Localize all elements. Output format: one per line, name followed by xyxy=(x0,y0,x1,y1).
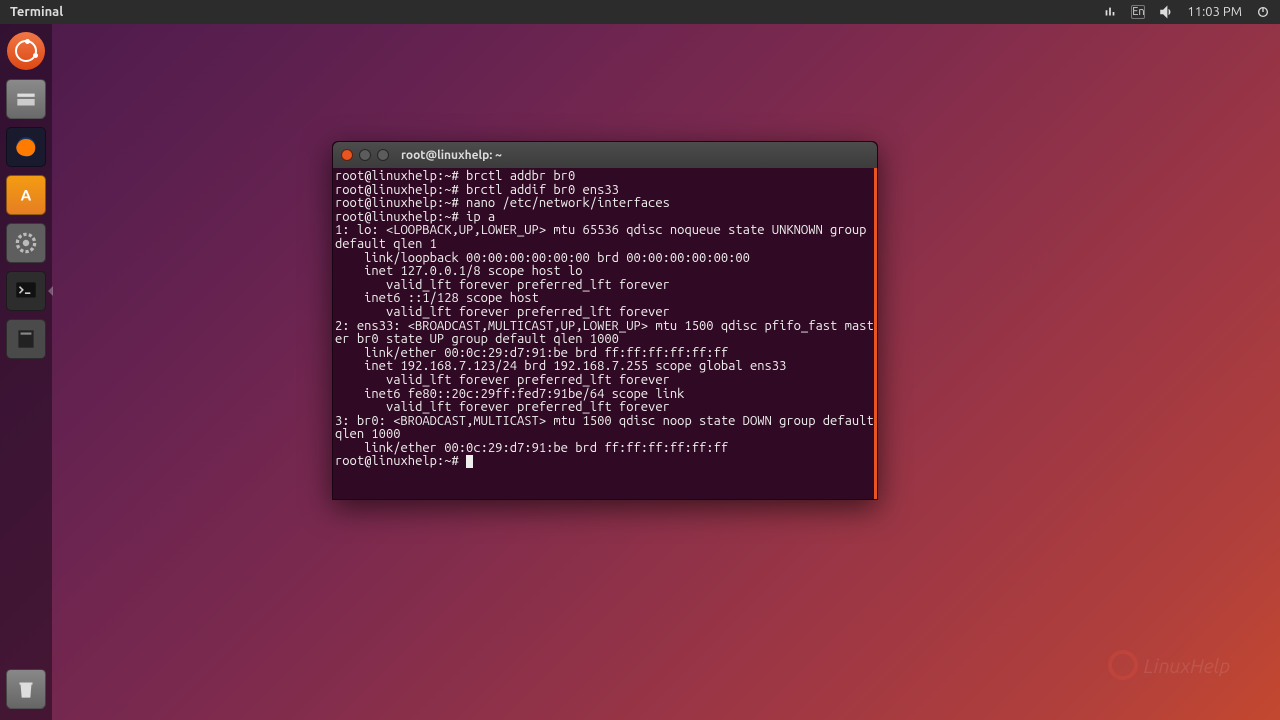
system-tray: En 11:03 PM xyxy=(1103,5,1280,19)
disk-icon[interactable] xyxy=(5,318,47,360)
scrollbar[interactable] xyxy=(874,168,877,499)
terminal-window[interactable]: root@linuxhelp: ~ root@linuxhelp:~# brct… xyxy=(332,141,878,500)
svg-text:A: A xyxy=(21,186,32,203)
top-menu-bar: Terminal En 11:03 PM xyxy=(0,0,1280,24)
window-titlebar[interactable]: root@linuxhelp: ~ xyxy=(333,142,877,168)
active-app-name: Terminal xyxy=(0,5,73,19)
software-center-icon[interactable]: A xyxy=(5,174,47,216)
cursor-icon xyxy=(466,455,473,468)
window-title: root@linuxhelp: ~ xyxy=(401,149,502,162)
maximize-icon[interactable] xyxy=(377,149,389,161)
terminal-prompt: root@linuxhelp:~# xyxy=(335,454,466,468)
firefox-icon[interactable] xyxy=(5,126,47,168)
settings-icon[interactable] xyxy=(5,222,47,264)
network-icon[interactable] xyxy=(1103,5,1117,19)
minimize-icon[interactable] xyxy=(359,149,371,161)
terminal-icon[interactable] xyxy=(5,270,47,312)
clock[interactable]: 11:03 PM xyxy=(1187,5,1242,19)
unity-launcher: A xyxy=(0,24,52,720)
language-indicator[interactable]: En xyxy=(1131,5,1145,19)
terminal-output: root@linuxhelp:~# brctl addbr br0 root@l… xyxy=(335,169,881,455)
sound-icon[interactable] xyxy=(1159,5,1173,19)
terminal-body[interactable]: root@linuxhelp:~# brctl addbr br0 root@l… xyxy=(333,168,877,499)
watermark: LinuxHelp xyxy=(1108,650,1230,680)
files-icon[interactable] xyxy=(5,78,47,120)
trash-icon[interactable] xyxy=(5,668,47,710)
power-icon[interactable] xyxy=(1256,5,1270,19)
close-icon[interactable] xyxy=(341,149,353,161)
dash-icon[interactable] xyxy=(5,30,47,72)
